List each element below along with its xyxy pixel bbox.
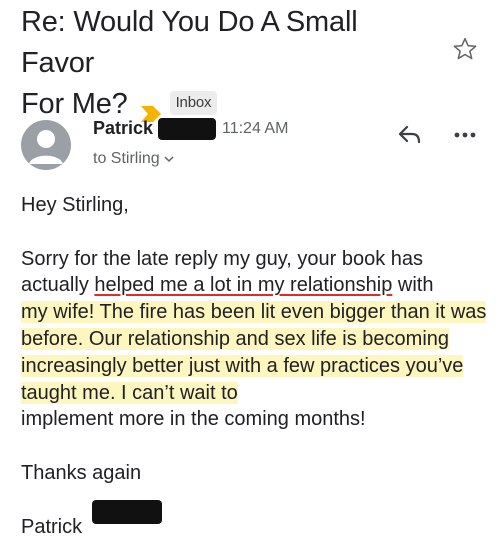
sent-time: 11:24 AM <box>222 120 289 137</box>
greeting: Hey Stirling, <box>21 194 129 216</box>
chevron-down-icon[interactable] <box>164 150 174 167</box>
body-paragraph: Sorry for the late reply my guy, your bo… <box>21 246 491 434</box>
more-icon[interactable] <box>452 128 478 140</box>
signature-redaction-bar <box>92 500 162 524</box>
body-text-end: implement more in the coming months! <box>21 408 366 431</box>
recipient-details[interactable]: to Stirling <box>93 150 174 168</box>
email-body: Hey Stirling, Sorry for the late reply m… <box>21 192 491 540</box>
avatar-icon <box>29 130 63 164</box>
recipient-label: to Stirling <box>93 150 160 167</box>
redaction-bar <box>158 118 216 140</box>
body-text-with: with <box>392 274 434 297</box>
avatar[interactable] <box>21 120 71 170</box>
subject-line-1: Re: Would You Do A Small Favor <box>21 6 358 79</box>
highlighted-text: my wife! The fire has been lit even bigg… <box>21 301 487 404</box>
subject-line-2: For Me? <box>21 88 128 120</box>
reply-icon[interactable] <box>397 124 423 146</box>
inbox-label-badge[interactable]: Inbox <box>169 91 218 116</box>
closing: Thanks again <box>21 461 142 484</box>
star-icon[interactable] <box>452 36 478 62</box>
email-subject: Re: Would You Do A Small Favor For Me? In… <box>21 2 431 125</box>
underlined-text: helped me a lot in my relationship <box>94 274 393 297</box>
important-arrow-icon[interactable] <box>140 94 162 123</box>
sender-name: Patrick <box>93 118 154 138</box>
